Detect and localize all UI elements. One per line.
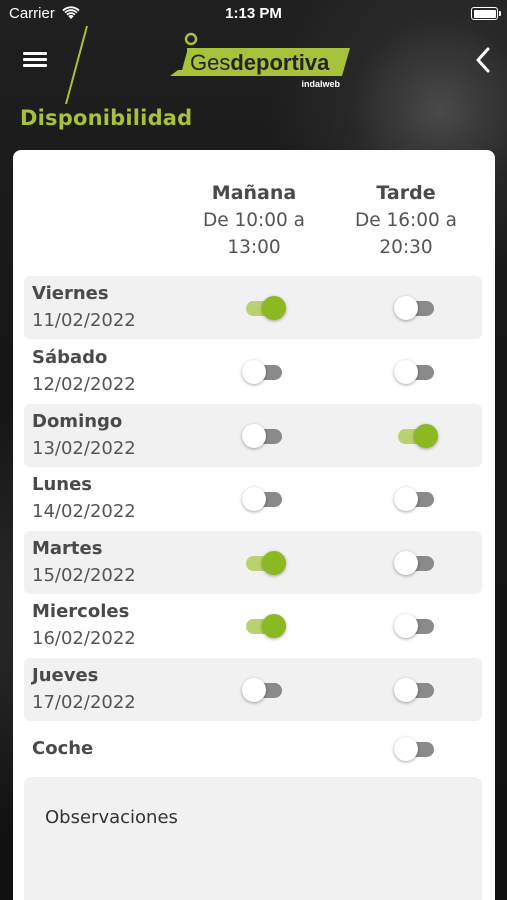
morning-toggle[interactable] <box>242 485 286 513</box>
column-header-afternoon: Tarde De 16:00 a 20:30 <box>331 180 481 261</box>
morning-hours-line2: 13:00 <box>227 237 281 258</box>
morning-toggle[interactable] <box>242 294 286 322</box>
coche-label: Coche <box>32 738 94 759</box>
day-date: 12/02/2022 <box>32 374 136 395</box>
day-name: Sábado <box>32 347 108 368</box>
battery-icon <box>471 7 501 20</box>
afternoon-toggle[interactable] <box>394 612 438 640</box>
afternoon-hours-line1: De 16:00 a <box>354 210 458 231</box>
clock: 1:13 PM <box>225 5 282 22</box>
day-name: Lunes <box>32 474 93 495</box>
afternoon-toggle[interactable] <box>394 676 438 704</box>
day-row-lunes: Lunes 14/02/2022 <box>24 467 482 530</box>
day-row-sabado: Sábado 12/02/2022 <box>24 340 482 403</box>
afternoon-title: Tarde <box>376 182 436 204</box>
day-row-miercoles: Miercoles 16/02/2022 <box>24 594 482 657</box>
day-name: Martes <box>32 538 103 559</box>
day-name: Jueves <box>32 665 99 686</box>
status-bar: Carrier 1:13 PM <box>0 0 507 28</box>
morning-title: Mañana <box>211 182 297 204</box>
day-date: 13/02/2022 <box>32 438 136 459</box>
afternoon-toggle[interactable] <box>394 358 438 386</box>
availability-card: Mañana De 10:00 a 13:00 Tarde De 16:00 a… <box>13 150 495 900</box>
gesdeportiva-logo: Gesdeportiva indalweb <box>170 30 350 92</box>
afternoon-hours-line2: 20:30 <box>379 237 433 258</box>
afternoon-toggle[interactable] <box>394 294 438 322</box>
morning-toggle[interactable] <box>242 422 286 450</box>
day-date: 15/02/2022 <box>32 565 136 586</box>
afternoon-toggle[interactable] <box>394 485 438 513</box>
logo-ges-text: Ges <box>190 50 231 75</box>
day-name: Miercoles <box>32 601 130 622</box>
day-name: Viernes <box>32 283 109 304</box>
day-row-viernes: Viernes 11/02/2022 <box>24 276 482 339</box>
afternoon-toggle[interactable] <box>394 422 438 450</box>
day-name: Domingo <box>32 411 123 432</box>
column-header-morning: Mañana De 10:00 a 13:00 <box>179 180 329 261</box>
day-row-domingo: Domingo 13/02/2022 <box>24 404 482 467</box>
observaciones-label: Observaciones <box>45 807 178 828</box>
chevron-left-icon[interactable] <box>473 46 493 74</box>
hamburger-menu-icon[interactable] <box>23 51 47 69</box>
day-date: 16/02/2022 <box>32 628 136 649</box>
morning-hours-line1: De 10:00 a <box>202 210 306 231</box>
page-title: Disponibilidad <box>20 106 193 130</box>
morning-toggle[interactable] <box>242 612 286 640</box>
day-row-jueves: Jueves 17/02/2022 <box>24 658 482 721</box>
logo-indalweb-text: indalweb <box>301 79 340 89</box>
morning-toggle[interactable] <box>242 676 286 704</box>
morning-toggle[interactable] <box>242 549 286 577</box>
day-date: 17/02/2022 <box>32 692 136 713</box>
observaciones-textarea[interactable]: Observaciones <box>24 777 482 900</box>
day-date: 11/02/2022 <box>32 310 136 331</box>
day-row-martes: Martes 15/02/2022 <box>24 531 482 594</box>
afternoon-toggle[interactable] <box>394 549 438 577</box>
logo-deportiva-text: deportiva <box>230 50 330 75</box>
morning-toggle[interactable] <box>242 358 286 386</box>
day-date: 14/02/2022 <box>32 501 136 522</box>
coche-toggle[interactable] <box>394 735 438 763</box>
